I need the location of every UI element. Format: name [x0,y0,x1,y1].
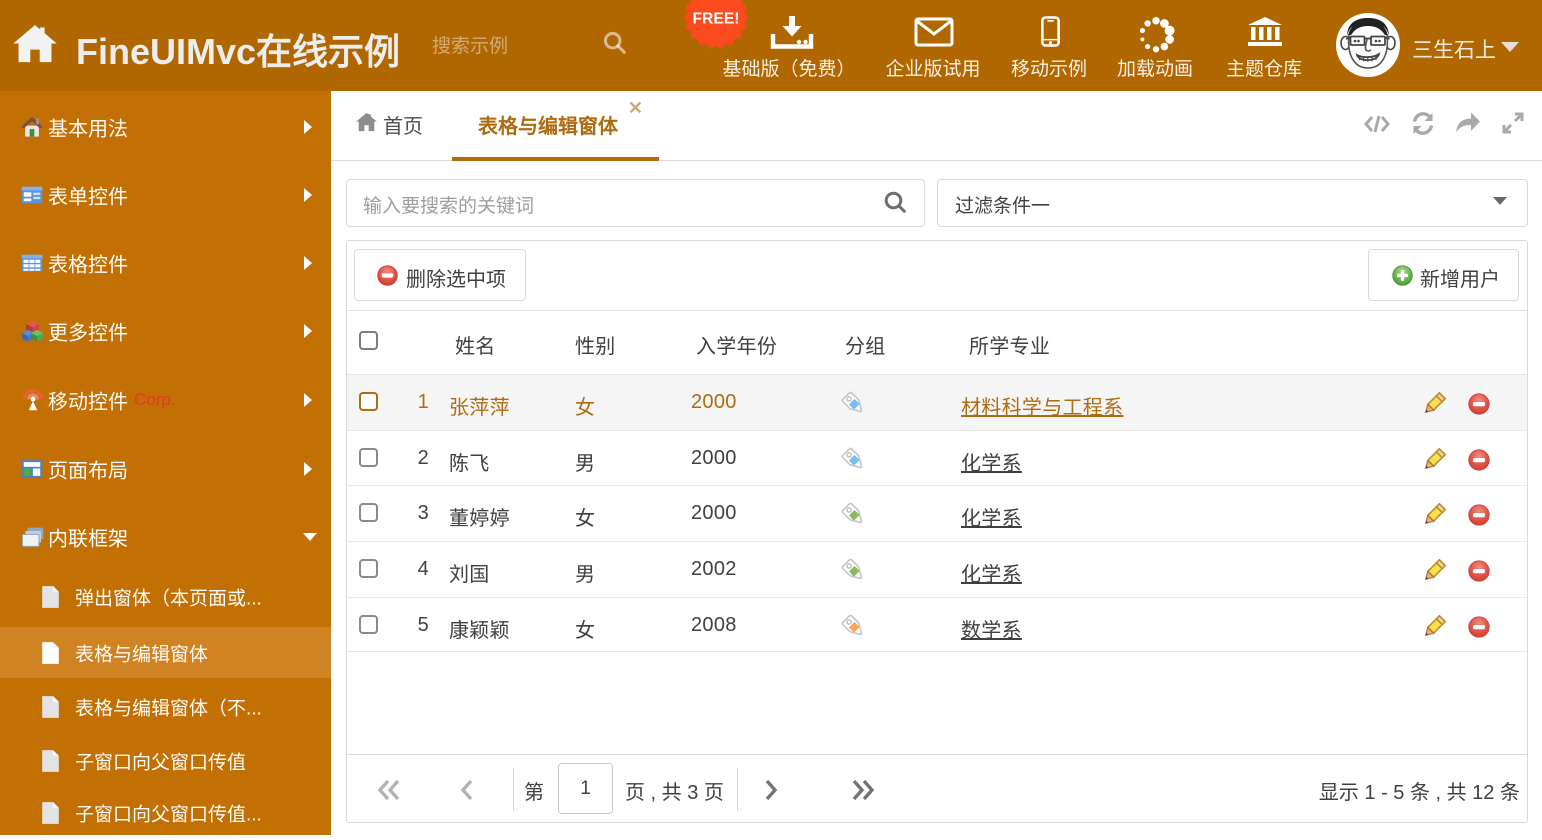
svg-text:FREE!: FREE! [692,10,739,27]
